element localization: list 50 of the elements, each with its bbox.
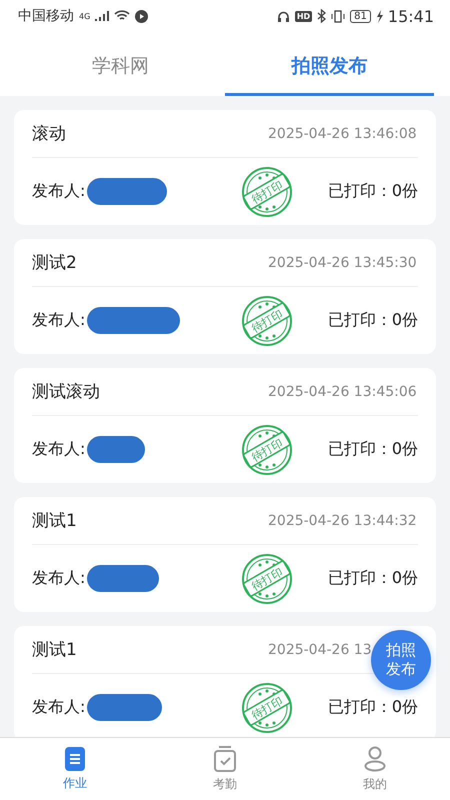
pending-print-stamp: 待打印 xyxy=(240,294,294,348)
print-count: 已打印：0份 xyxy=(328,697,418,718)
post-time: 2025-04-26 13:45:30 xyxy=(268,254,417,270)
publisher-label: 发布人: xyxy=(32,697,86,718)
post-title: 测试1 xyxy=(32,510,77,532)
pending-print-stamp: 待打印 xyxy=(240,552,294,606)
post-title: 测试滚动 xyxy=(32,381,100,403)
post-card[interactable]: 滚动 2025-04-26 13:46:08 发布人: 待打印 已打印：0份 xyxy=(14,110,436,225)
document-icon xyxy=(65,746,85,770)
print-count: 已打印：0份 xyxy=(328,310,418,331)
publisher-label: 发布人: xyxy=(32,568,86,589)
publisher-label: 发布人: xyxy=(32,181,86,202)
tab[interactable]: 学科网 xyxy=(16,32,225,96)
clock-time: 15:41 xyxy=(388,6,434,26)
post-title: 测试2 xyxy=(32,252,77,274)
post-card[interactable]: 测试滚动 2025-04-26 13:45:06 发布人: 待打印 已打印：0份 xyxy=(14,368,436,483)
publisher-label: 发布人: xyxy=(32,439,86,460)
post-card[interactable]: 测试2 2025-04-26 13:45:30 发布人: 待打印 已打印：0份 xyxy=(14,239,436,354)
post-time: 2025-04-26 13:46:08 xyxy=(268,126,417,142)
post-title: 测试1 xyxy=(32,639,77,661)
carrier-name: 中国移动 xyxy=(18,7,74,25)
vibrate-icon xyxy=(331,10,346,22)
post-time: 2025-04-26 13:44:32 xyxy=(268,512,417,528)
print-count: 已打印：0份 xyxy=(328,439,418,460)
post-time: 2025-04-26 13:45:06 xyxy=(268,384,417,400)
nav-item[interactable]: 作业 xyxy=(0,738,150,800)
print-count: 已打印：0份 xyxy=(328,568,418,589)
user-icon xyxy=(364,746,386,772)
post-time: 2025-04-26 13 xyxy=(268,642,372,658)
print-count: 已打印：0份 xyxy=(328,181,418,202)
post-card[interactable]: 测试1 2025-04-26 13:44:32 发布人: 待打印 已打印：0份 xyxy=(14,497,436,612)
nav-item[interactable]: 我的 xyxy=(300,738,450,800)
nav-item[interactable]: 考勤 xyxy=(150,738,300,800)
battery-level: 81 xyxy=(350,10,371,22)
checklist-icon xyxy=(214,746,236,772)
pending-print-stamp: 待打印 xyxy=(240,164,294,218)
redaction-mark xyxy=(87,436,146,463)
headphones-icon xyxy=(276,10,290,22)
publisher-label: 发布人: xyxy=(32,310,86,331)
pending-print-stamp: 待打印 xyxy=(240,422,294,476)
bluetooth-icon xyxy=(317,9,326,23)
tab[interactable]: 拍照发布 xyxy=(225,32,434,96)
wifi-icon xyxy=(114,10,130,22)
signal-icon xyxy=(95,10,110,22)
charging-icon xyxy=(376,10,383,22)
pending-print-stamp: 待打印 xyxy=(240,680,294,734)
hd-badge: HD xyxy=(294,10,312,22)
post-title: 滚动 xyxy=(32,123,66,145)
play-icon xyxy=(135,10,148,22)
network-type: 4G xyxy=(79,12,90,20)
